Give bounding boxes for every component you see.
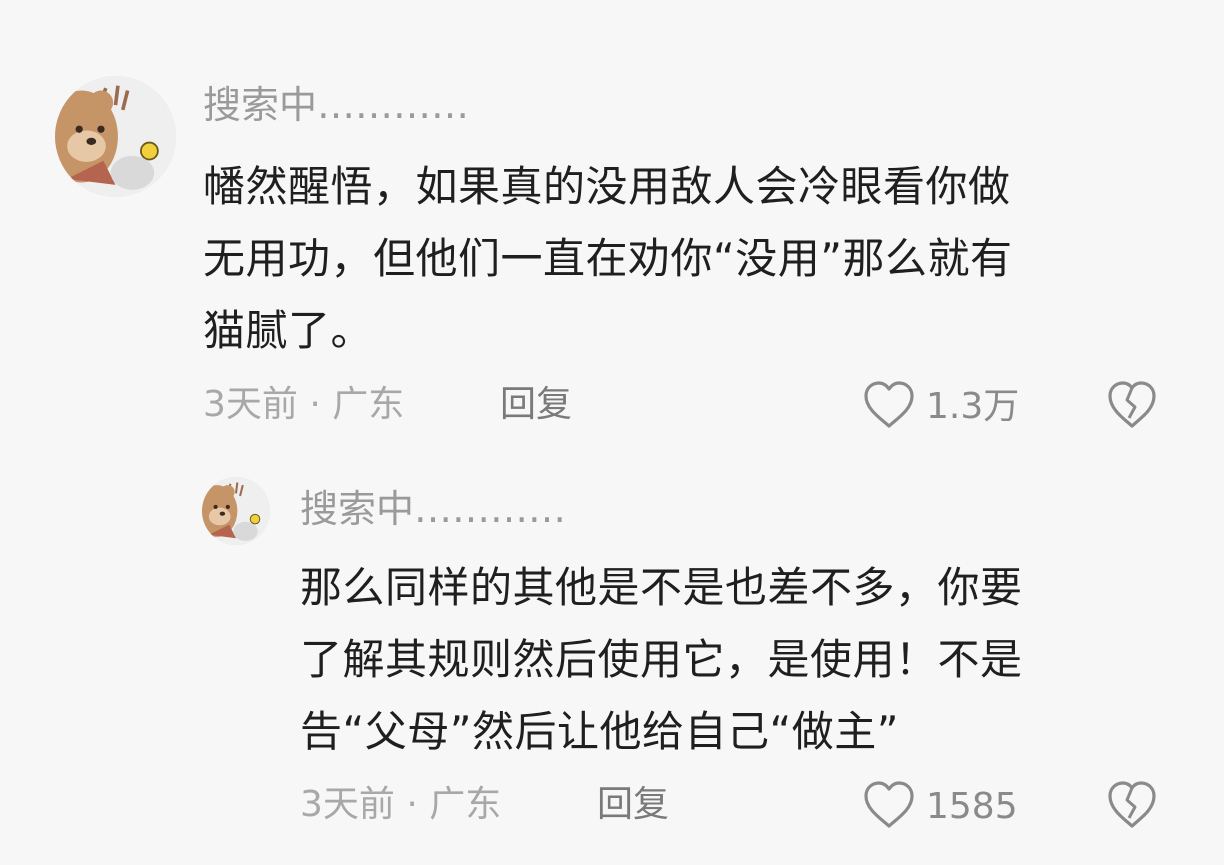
like-count: 1585	[926, 786, 1018, 827]
comment-text-line: 幡然醒悟，如果真的没用敌人会冷眼看你做	[203, 162, 1011, 211]
comment-text-line: 告“父母”然后让他给自己“做主”	[300, 707, 900, 756]
comment-text-line: 了解其规则然后使用它，是使用！不是	[300, 635, 1023, 684]
comment-text: 幡然醒悟，如果真的没用敌人会冷眼看你做 无用功，但他们一直在劝你“没用”那么就有…	[203, 151, 1163, 367]
broken-heart-icon[interactable]	[1106, 380, 1158, 430]
comment-meta: 3天前 · 广东	[300, 784, 502, 825]
bear-avatar-icon	[202, 477, 270, 545]
comment-text-line: 无用功，但他们一直在劝你“没用”那么就有	[203, 234, 1013, 283]
bear-avatar-icon	[55, 76, 176, 197]
comment-text-line: 那么同样的其他是不是也差不多，你要	[300, 563, 1023, 612]
reply-button[interactable]: 回复	[597, 787, 669, 823]
broken-heart-icon[interactable]	[1106, 780, 1158, 830]
comment: 搜索中………… 幡然醒悟，如果真的没用敌人会冷眼看你做 无用功，但他们一直在劝你…	[0, 0, 1224, 470]
avatar[interactable]	[55, 76, 176, 197]
reply-button[interactable]: 回复	[500, 387, 572, 423]
avatar[interactable]	[202, 477, 270, 545]
heart-outline-icon[interactable]	[862, 780, 916, 830]
comment-meta: 3天前 · 广东	[203, 384, 405, 425]
like-count: 1.3万	[926, 386, 1020, 427]
comment-username[interactable]: 搜索中…………	[300, 490, 566, 528]
heart-outline-icon[interactable]	[862, 380, 916, 430]
comment-text: 那么同样的其他是不是也差不多，你要 了解其规则然后使用它，是使用！不是 告“父母…	[300, 552, 1160, 768]
comment-text-line: 猫腻了。	[203, 306, 374, 355]
comment-username[interactable]: 搜索中…………	[203, 86, 469, 124]
